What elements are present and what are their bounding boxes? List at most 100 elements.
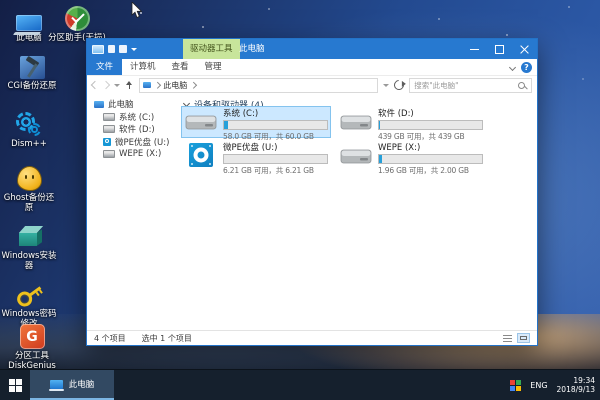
address-box[interactable]: 此电脑 <box>138 77 379 93</box>
ribbon-tab-bar: 文件 计算机 查看 管理 ? <box>87 59 537 76</box>
file-list-area: 设备和驱动器 (4) 系统 (C:) 58.0 GB 可用，共 60.0 GB … <box>176 93 537 331</box>
navigation-pane: 此电脑 系统 (C:) 软件 (D:) 微PE优盘 (U:) WEPE (X:) <box>87 93 176 331</box>
address-dropdown-icon[interactable] <box>383 83 390 87</box>
time: 19:34 <box>573 376 595 385</box>
history-dropdown-icon[interactable] <box>113 83 120 87</box>
search-placeholder: 搜索"此电脑" <box>414 80 459 90</box>
date: 2018/9/13 <box>556 385 595 394</box>
ime-color-icon[interactable] <box>510 379 522 391</box>
drive-free-space: 6.21 GB 可用，共 6.21 GB <box>223 166 314 175</box>
status-bar: 4 个项目 选中 1 个项目 <box>87 330 537 345</box>
desktop-icon-cgi-backup[interactable]: CGI备份还原 <box>0 52 64 92</box>
breadcrumb[interactable]: 此电脑 <box>163 80 187 91</box>
hdd-icon <box>103 125 115 134</box>
taskbar-button-this-pc[interactable]: 此电脑 <box>30 370 114 400</box>
partition-assistant-icon <box>64 6 90 31</box>
title-bar[interactable]: 驱动器工具 此电脑 <box>87 39 537 59</box>
desktop-icon-label: CGI备份还原 <box>7 81 57 91</box>
language-indicator[interactable]: ENG <box>530 381 547 390</box>
quick-access-toolbar[interactable] <box>92 39 137 59</box>
desktop-icon-label: Ghost备份还原 <box>3 193 55 213</box>
drive-name: 系统 (C:) <box>223 109 259 119</box>
taskbar-button-label: 此电脑 <box>68 380 95 390</box>
explorer-window: 驱动器工具 此电脑 文件 计算机 查看 管理 ? 此电脑 搜索"此电脑" 此电脑… <box>86 38 538 346</box>
back-icon[interactable] <box>90 80 100 90</box>
computer-icon <box>16 15 42 31</box>
hdd-icon <box>103 112 115 121</box>
install-box-icon <box>16 224 43 249</box>
desktop-icon-label: Dism++ <box>11 139 47 149</box>
tab-file[interactable]: 文件 <box>87 59 123 75</box>
drive-name: 软件 (D:) <box>378 109 414 119</box>
drive-free-space: 1.96 GB 可用，共 2.00 GB <box>378 166 469 175</box>
nav-item-label: WEPE (X:) <box>119 149 162 160</box>
items-count: 4 个项目 <box>94 333 126 343</box>
contextual-tab-drive-tools[interactable]: 驱动器工具 <box>183 39 240 59</box>
desktop-icon-diskgenius[interactable]: G 分区工具 DiskGenius <box>0 322 64 371</box>
search-icon <box>518 81 526 89</box>
drive-tile-c[interactable]: 系统 (C:) 58.0 GB 可用，共 60.0 GB <box>181 106 331 141</box>
maximize-button[interactable] <box>487 39 512 59</box>
gears-icon <box>15 111 43 137</box>
computer-icon <box>92 44 104 54</box>
computer-icon <box>142 82 151 88</box>
nav-item-label: 系统 (C:) <box>119 112 155 123</box>
large-icons-view-icon[interactable] <box>517 333 530 343</box>
selected-count: 选中 1 个项目 <box>141 333 192 343</box>
computer-icon <box>48 379 64 391</box>
hdd-icon <box>103 150 115 159</box>
pe-usb-icon <box>103 137 111 146</box>
key-icon <box>13 281 45 310</box>
diskgenius-icon: G <box>19 324 45 349</box>
nav-item-this-pc[interactable]: 此电脑 <box>87 98 176 111</box>
taskbar: 此电脑 ENG 19:34 2018/9/13 <box>0 369 600 400</box>
qat-button-icon[interactable] <box>108 45 115 53</box>
clock[interactable]: 19:34 2018/9/13 <box>557 376 595 394</box>
start-button[interactable] <box>0 370 30 400</box>
drive-tile-d[interactable]: 软件 (D:) 439 GB 可用，共 439 GB <box>336 106 486 141</box>
desktop-icon-ghost-backup[interactable]: Ghost备份还原 <box>0 164 58 213</box>
system-tray: ENG 19:34 2018/9/13 <box>510 370 595 400</box>
forward-icon[interactable] <box>101 80 111 90</box>
capacity-bar <box>378 120 483 130</box>
nav-item-drive-c[interactable]: 系统 (C:) <box>87 111 176 124</box>
desktop-icon-windows-installer[interactable]: Windows安装器 <box>0 222 58 271</box>
search-input[interactable]: 搜索"此电脑" <box>409 77 533 93</box>
tab-view[interactable]: 查看 <box>164 59 197 75</box>
nav-item-label: 此电脑 <box>108 100 134 111</box>
computer-icon <box>94 100 104 108</box>
nav-item-drive-u[interactable]: 微PE优盘 (U:) <box>87 136 176 149</box>
tab-manage[interactable]: 管理 <box>197 59 230 75</box>
nav-item-drive-d[interactable]: 软件 (D:) <box>87 123 176 136</box>
pe-usb-icon <box>189 143 213 167</box>
drive-tile-x[interactable]: WEPE (X:) 1.96 GB 可用，共 2.00 GB <box>336 140 486 175</box>
desktop-icon-dism[interactable]: Dism++ <box>0 110 58 150</box>
minimize-button[interactable] <box>462 39 487 59</box>
nav-item-drive-x[interactable]: WEPE (X:) <box>87 148 176 161</box>
qat-button-icon[interactable] <box>119 45 127 53</box>
windows-logo-icon <box>8 378 22 392</box>
capacity-bar <box>223 120 328 130</box>
hdd-icon <box>339 142 373 168</box>
refresh-icon[interactable] <box>392 77 407 93</box>
breadcrumb-separator-icon <box>190 81 197 89</box>
nav-item-label: 软件 (D:) <box>119 125 155 136</box>
hdd-icon <box>184 108 218 134</box>
up-icon[interactable] <box>125 80 134 90</box>
ghost-icon <box>16 166 42 191</box>
tab-computer[interactable]: 计算机 <box>122 59 164 75</box>
drive-tile-u[interactable]: 微PE优盘 (U:) 6.21 GB 可用，共 6.21 GB <box>181 140 331 175</box>
chevron-down-icon[interactable] <box>131 47 137 51</box>
nav-item-label: 微PE优盘 (U:) <box>115 137 170 148</box>
details-view-icon[interactable] <box>501 333 514 343</box>
drive-name: 微PE优盘 (U:) <box>223 143 278 153</box>
cgi-backup-icon <box>19 56 45 79</box>
ribbon-expand-icon[interactable] <box>508 63 517 71</box>
help-icon[interactable]: ? <box>521 61 532 73</box>
close-button[interactable] <box>512 39 537 59</box>
mouse-cursor <box>131 2 143 19</box>
capacity-bar <box>223 154 328 164</box>
breadcrumb-separator-icon <box>153 81 161 89</box>
window-title: 此电脑 <box>239 44 265 54</box>
desktop-icon-label: Windows安装器 <box>1 251 57 271</box>
